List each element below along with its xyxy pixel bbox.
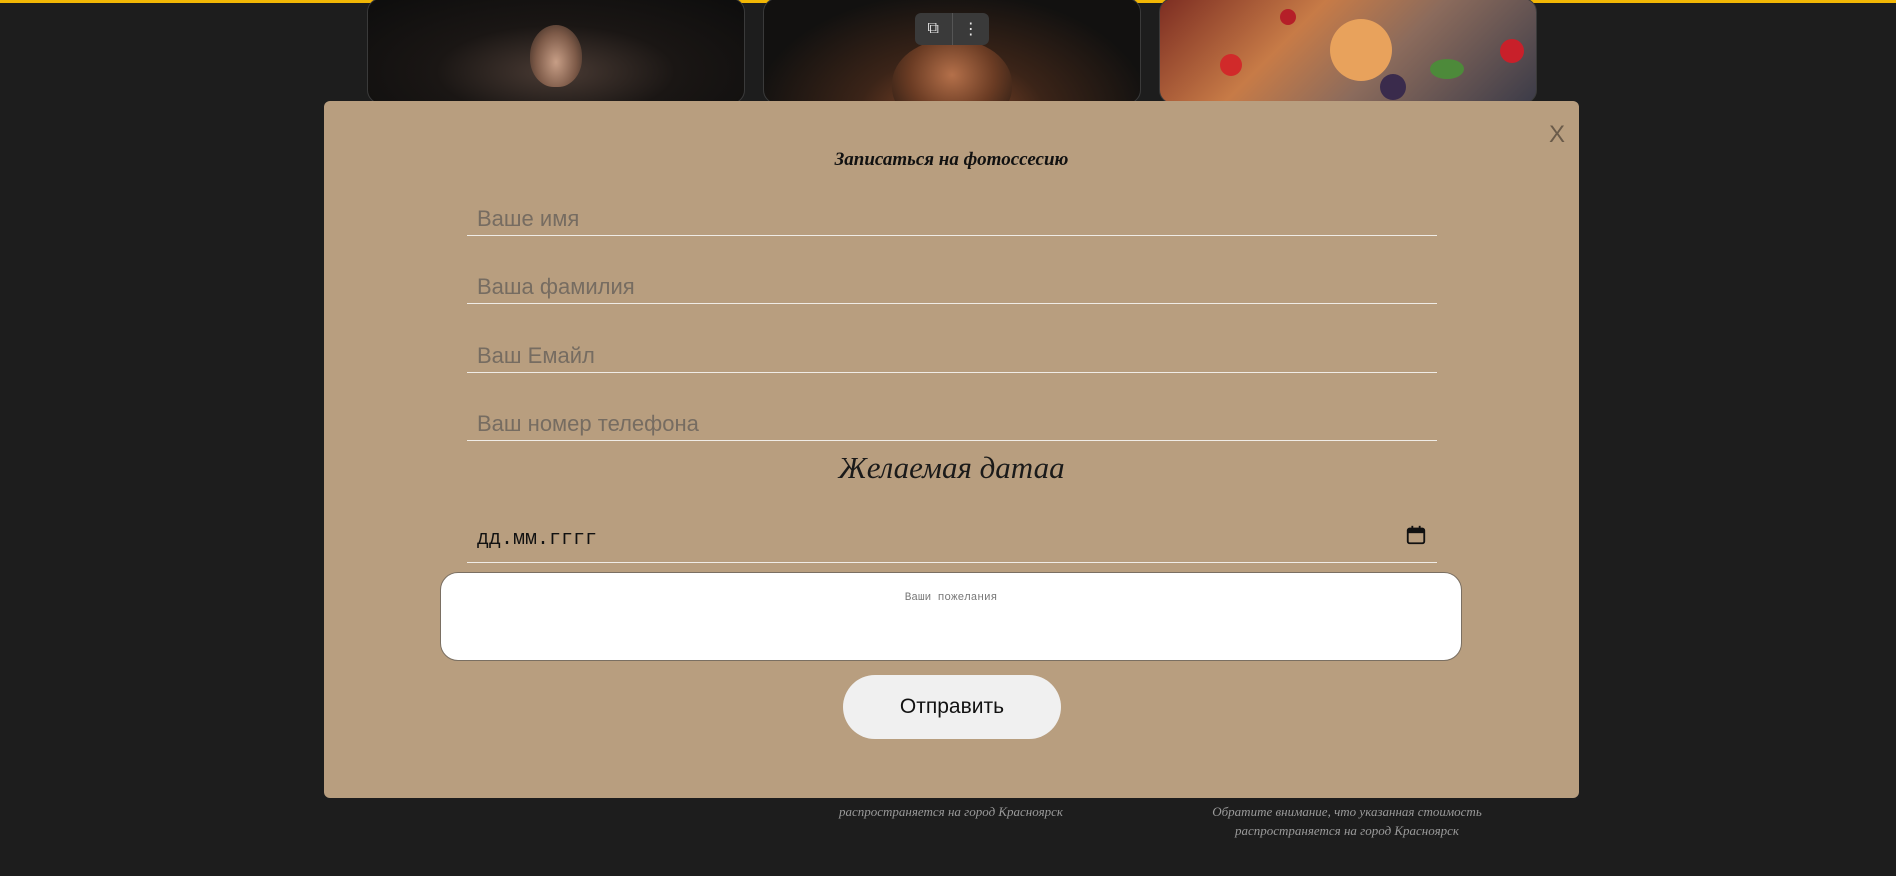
open-external-icon[interactable]: ⧉ — [915, 13, 952, 45]
berry-photo-element — [1280, 9, 1296, 25]
date-heading: Желаемая датаа — [838, 450, 1065, 485]
portrait-photo — [530, 25, 582, 87]
berry-photo-element — [1380, 74, 1406, 100]
gallery-card-berries[interactable] — [1159, 0, 1537, 104]
price-note: Обратите внимание, что указанная стоимос… — [1159, 802, 1535, 840]
image-toolbar: ⧉ ⋮ — [915, 13, 989, 45]
price-note: распространяется на город Красноярск — [763, 802, 1139, 821]
close-button[interactable]: X — [1549, 121, 1565, 149]
calendar-icon[interactable] — [1405, 524, 1427, 546]
date-placeholder: дд.мм.гггг — [477, 528, 598, 551]
wishes-placeholder: Ваши пожелания — [904, 592, 998, 604]
berry-photo-element — [1220, 54, 1242, 76]
berry-photo-element — [1330, 19, 1392, 81]
first-name-input[interactable] — [467, 202, 1437, 236]
modal-title: Записаться на фотоссесию — [834, 149, 1069, 170]
date-input[interactable]: дд.мм.гггг — [467, 518, 1437, 563]
last-name-input[interactable] — [467, 270, 1437, 304]
price-note-line: распространяется на город Красноярск — [839, 804, 1063, 819]
price-note-line: Обратите внимание, что указанная стоимос… — [1212, 804, 1482, 819]
phone-input[interactable] — [467, 407, 1437, 441]
portrait-photo — [892, 39, 1012, 103]
berry-photo-element — [1430, 59, 1464, 79]
berry-photo-element — [1500, 39, 1524, 63]
gallery-card-portrait-girl[interactable] — [367, 0, 745, 104]
email-input[interactable] — [467, 339, 1437, 373]
booking-modal: X Записаться на фотоссесию Желаемая дата… — [324, 101, 1579, 798]
wishes-textarea[interactable]: Ваши пожелания — [440, 572, 1462, 661]
more-vertical-icon[interactable]: ⋮ — [951, 13, 990, 45]
price-note-line: распространяется на город Красноярск — [1235, 823, 1459, 838]
submit-button[interactable]: Отправить — [843, 675, 1061, 739]
